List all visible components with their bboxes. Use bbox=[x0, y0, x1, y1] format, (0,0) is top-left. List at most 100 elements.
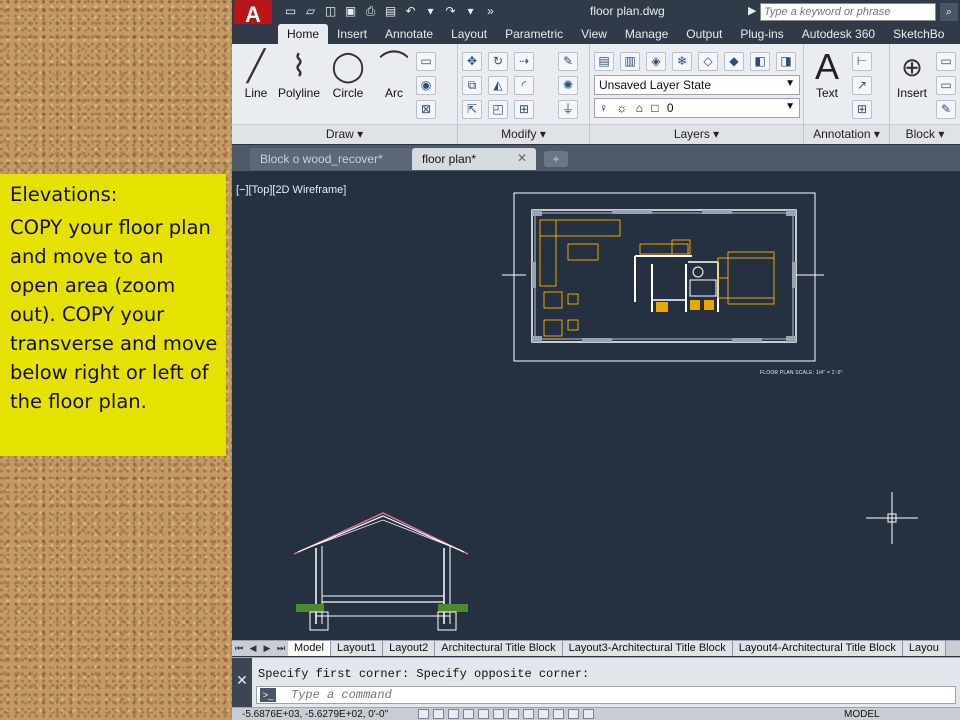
tab-parametric[interactable]: Parametric bbox=[496, 24, 572, 44]
tab-plug-ins[interactable]: Plug-ins bbox=[731, 24, 792, 44]
plot-icon[interactable]: ⎙ bbox=[362, 3, 379, 20]
doc-tab-floor-plan[interactable]: floor plan* ✕ bbox=[412, 148, 536, 170]
layer-walk-icon[interactable]: ◨ bbox=[776, 52, 796, 71]
arc-tool[interactable]: ⌒ Arc bbox=[372, 48, 416, 100]
text-icon: A bbox=[814, 46, 839, 87]
tab-layout2[interactable]: Layout2 bbox=[383, 641, 436, 656]
selection-cycling-icon[interactable] bbox=[583, 709, 594, 719]
command-input[interactable] bbox=[291, 688, 941, 702]
explode-icon[interactable]: ✺ bbox=[558, 76, 578, 95]
create-block-icon[interactable]: ▭ bbox=[936, 52, 956, 71]
line-tool[interactable]: ╱ Line bbox=[234, 48, 278, 100]
block-panel-title[interactable]: Block ▾ bbox=[890, 124, 960, 144]
new-tab-icon[interactable]: + bbox=[544, 151, 568, 167]
tab-sketchbook[interactable]: SketchBo bbox=[884, 24, 953, 44]
modify-panel-title[interactable]: Modify ▾ bbox=[458, 124, 589, 144]
copy-icon[interactable]: ⧉ bbox=[462, 76, 482, 95]
dimension-icon[interactable]: ⊢ bbox=[852, 52, 872, 71]
stretch-icon[interactable]: ⇱ bbox=[462, 100, 482, 119]
tab-home[interactable]: Home bbox=[278, 24, 329, 44]
first-layout-icon[interactable]: ⏮ bbox=[232, 641, 246, 656]
offset-icon[interactable]: ⏚ bbox=[558, 100, 578, 119]
search-icon[interactable]: ⌕ bbox=[940, 3, 958, 21]
drawing-canvas[interactable]: [−][Top][2D Wireframe] FLOOR PLAN SCALE:… bbox=[232, 172, 960, 640]
close-icon[interactable]: ✕ bbox=[517, 151, 527, 165]
osnap-icon[interactable] bbox=[478, 709, 489, 719]
scale-icon[interactable]: ◰ bbox=[488, 100, 508, 119]
tab-layout4[interactable]: Layout4-Architectural Title Block bbox=[732, 641, 903, 656]
fillet-icon[interactable]: ◜ bbox=[514, 76, 534, 95]
redo-dropdown-icon[interactable]: ▾ bbox=[462, 3, 479, 20]
redo-icon[interactable]: ↷ bbox=[442, 3, 459, 20]
snap-icon[interactable] bbox=[418, 709, 429, 719]
tab-output[interactable]: Output bbox=[677, 24, 731, 44]
quick-properties-icon[interactable] bbox=[568, 709, 579, 719]
array-icon[interactable]: ⊞ bbox=[514, 100, 534, 119]
polar-icon[interactable] bbox=[463, 709, 474, 719]
layer-match-icon[interactable]: ◧ bbox=[750, 52, 770, 71]
open-folder-icon[interactable]: ▱ bbox=[302, 3, 319, 20]
last-layout-icon[interactable]: ⏭ bbox=[274, 641, 288, 656]
command-prompt-icon[interactable]: >_ bbox=[260, 688, 276, 702]
erase-icon[interactable]: ✎ bbox=[558, 52, 578, 71]
next-layout-icon[interactable]: ▶ bbox=[260, 641, 274, 656]
prev-layout-icon[interactable]: ◀ bbox=[246, 641, 260, 656]
tab-view[interactable]: View bbox=[572, 24, 616, 44]
mirror-icon[interactable]: ◭ bbox=[488, 76, 508, 95]
circle-tool[interactable]: ◯ Circle bbox=[326, 48, 370, 100]
block-attribute-icon[interactable]: ✎ bbox=[936, 100, 956, 119]
tab-layout[interactable]: Layout bbox=[442, 24, 496, 44]
tab-layout1[interactable]: Layout1 bbox=[330, 641, 384, 656]
draw-panel-title[interactable]: Draw ▾ bbox=[232, 124, 457, 144]
new-file-icon[interactable]: ▭ bbox=[282, 3, 299, 20]
tab-insert[interactable]: Insert bbox=[328, 24, 376, 44]
tab-layout-more[interactable]: Layou bbox=[902, 641, 946, 656]
region-icon[interactable]: ⊠ bbox=[416, 100, 436, 119]
lineweight-icon[interactable] bbox=[538, 709, 549, 719]
insert-tool[interactable]: ⊕ Insert bbox=[890, 48, 934, 100]
tab-manage[interactable]: Manage bbox=[616, 24, 677, 44]
layer-freeze-icon[interactable]: ❄ bbox=[672, 52, 692, 71]
annotation-panel-title[interactable]: Annotation ▾ bbox=[804, 124, 889, 144]
customize-toolbar-icon[interactable]: » bbox=[482, 3, 499, 20]
leader-icon[interactable]: ↗ bbox=[852, 76, 872, 95]
layer-states-icon[interactable]: ▥ bbox=[620, 52, 640, 71]
model-space-toggle[interactable]: MODEL bbox=[844, 709, 880, 720]
tab-architectural-title-block[interactable]: Architectural Title Block bbox=[435, 641, 563, 656]
tab-annotate[interactable]: Annotate bbox=[376, 24, 442, 44]
otrack-icon[interactable] bbox=[493, 709, 504, 719]
layers-panel-title[interactable]: Layers ▾ bbox=[590, 124, 803, 144]
layer-isolate-icon[interactable]: ◈ bbox=[646, 52, 666, 71]
rectangle-icon[interactable]: ▭ bbox=[416, 52, 436, 71]
transparency-icon[interactable] bbox=[553, 709, 564, 719]
layer-state-select[interactable]: Unsaved Layer State ▼ bbox=[594, 75, 800, 95]
polyline-tool[interactable]: ⌇ Polyline bbox=[276, 48, 322, 100]
doc-tab-block-o-wood[interactable]: Block o wood_recover* bbox=[250, 148, 414, 170]
layer-lock-icon[interactable]: ◆ bbox=[724, 52, 744, 71]
ortho-icon[interactable] bbox=[448, 709, 459, 719]
ducs-icon[interactable] bbox=[508, 709, 519, 719]
layer-properties-icon[interactable]: ▤ bbox=[594, 52, 614, 71]
save-as-icon[interactable]: ◫ bbox=[322, 3, 339, 20]
close-icon[interactable]: ✕ bbox=[232, 658, 252, 708]
grid-icon[interactable] bbox=[433, 709, 444, 719]
hatch-icon[interactable]: ◉ bbox=[416, 76, 436, 95]
tab-model[interactable]: Model bbox=[288, 641, 331, 656]
layer-off-icon[interactable]: ◇ bbox=[698, 52, 718, 71]
info-arrow-icon[interactable]: ▶ bbox=[748, 4, 756, 17]
undo-icon[interactable]: ↶ bbox=[402, 3, 419, 20]
rotate-icon[interactable]: ↻ bbox=[488, 52, 508, 71]
edit-block-icon[interactable]: ▭ bbox=[936, 76, 956, 95]
search-input[interactable] bbox=[760, 3, 936, 21]
print-icon[interactable]: ▤ bbox=[382, 3, 399, 20]
save-icon[interactable]: ▣ bbox=[342, 3, 359, 20]
text-tool[interactable]: A Text bbox=[806, 46, 848, 101]
tab-layout3[interactable]: Layout3-Architectural Title Block bbox=[562, 641, 733, 656]
tab-autodesk-360[interactable]: Autodesk 360 bbox=[793, 24, 884, 44]
move-icon[interactable]: ✥ bbox=[462, 52, 482, 71]
table-icon[interactable]: ⊞ bbox=[852, 100, 872, 119]
trim-icon[interactable]: ⇢ bbox=[514, 52, 534, 71]
undo-dropdown-icon[interactable]: ▾ bbox=[422, 3, 439, 20]
dyn-icon[interactable] bbox=[523, 709, 534, 719]
current-layer-select[interactable]: ♀ ☼ ⌂ □ 0 ▼ bbox=[594, 98, 800, 118]
